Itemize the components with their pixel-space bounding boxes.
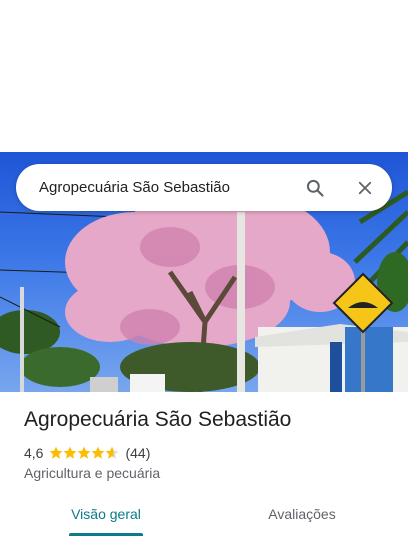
place-title: Agropecuária São Sebastião — [24, 408, 292, 431]
tab-selected-indicator — [69, 533, 143, 536]
rating-stars — [49, 446, 119, 460]
search-bar — [16, 164, 392, 211]
place-tabs: Visão geral Avaliações — [0, 494, 408, 536]
tab-reviews[interactable]: Avaliações — [232, 494, 372, 534]
reviews-count: (44) — [125, 445, 151, 461]
search-input[interactable] — [39, 179, 300, 196]
rating-row[interactable]: 4,6 (44) — [24, 444, 150, 462]
search-icon — [306, 179, 324, 197]
close-icon — [358, 181, 372, 194]
rating-value: 4,6 — [24, 445, 44, 461]
tab-overview[interactable]: Visão geral — [36, 494, 176, 534]
star-rating-icon — [50, 446, 119, 459]
place-category[interactable]: Agricultura e pecuária — [24, 465, 160, 481]
search-button[interactable] — [300, 173, 330, 203]
close-button[interactable] — [350, 173, 380, 203]
